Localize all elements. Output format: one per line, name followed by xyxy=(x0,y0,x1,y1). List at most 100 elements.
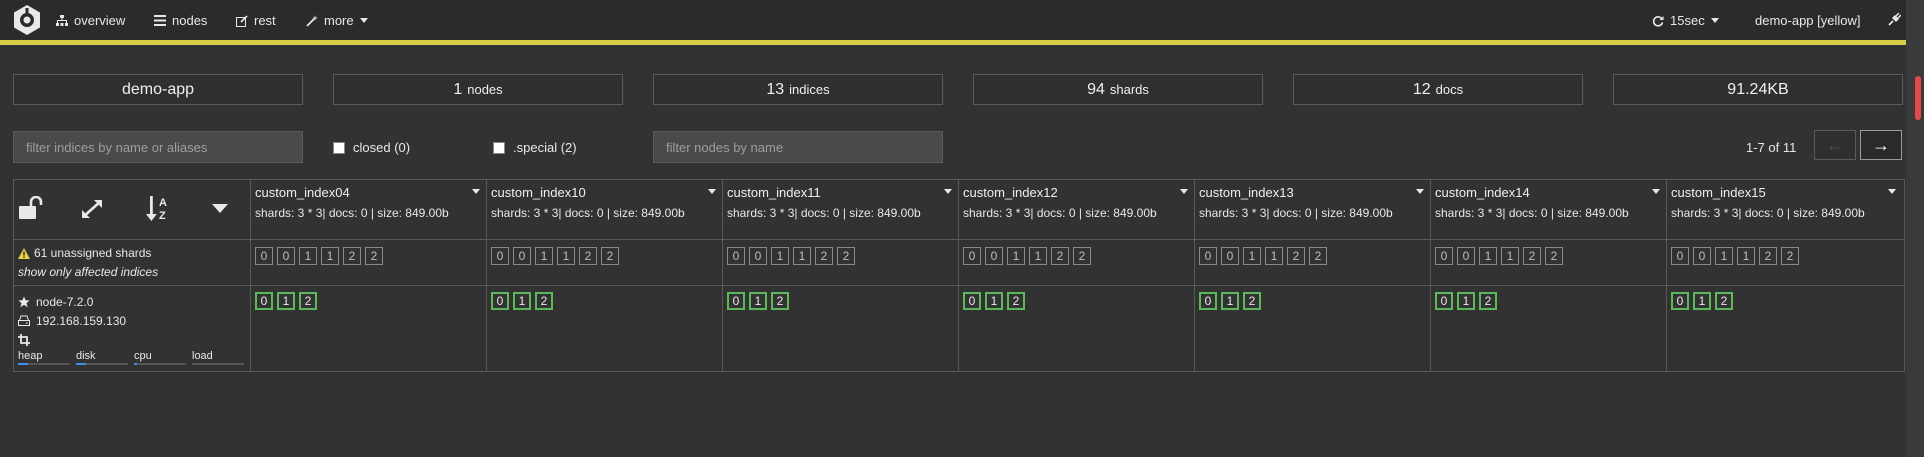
nav-nodes[interactable]: nodes xyxy=(154,13,207,28)
page-scrollbar[interactable] xyxy=(1906,0,1924,457)
unassigned-shard[interactable]: 1 xyxy=(321,247,339,265)
unassigned-shard[interactable]: 2 xyxy=(1781,247,1799,265)
assigned-shard[interactable]: 0 xyxy=(727,292,745,310)
unlock-icon[interactable] xyxy=(18,196,44,220)
unassigned-shard[interactable]: 0 xyxy=(1199,247,1217,265)
unassigned-shard[interactable]: 2 xyxy=(1309,247,1327,265)
closed-indices-checkbox[interactable]: closed (0) xyxy=(333,140,410,155)
unassigned-shard[interactable]: 1 xyxy=(793,247,811,265)
pagination-next-button[interactable]: → xyxy=(1860,130,1902,160)
unassigned-shard[interactable]: 1 xyxy=(557,247,575,265)
index-menu-caret-icon[interactable] xyxy=(708,189,716,194)
unassigned-shard[interactable]: 1 xyxy=(1715,247,1733,265)
assigned-shard[interactable]: 2 xyxy=(535,292,553,310)
assigned-shard[interactable]: 0 xyxy=(1671,292,1689,310)
unassigned-shard[interactable]: 2 xyxy=(815,247,833,265)
disconnect-plug-icon[interactable] xyxy=(1888,13,1901,26)
nav-more-dropdown[interactable]: more xyxy=(306,13,368,28)
assigned-shard[interactable]: 2 xyxy=(1715,292,1733,310)
crop-icon[interactable] xyxy=(18,333,30,346)
assigned-shard[interactable]: 0 xyxy=(963,292,981,310)
index-menu-caret-icon[interactable] xyxy=(944,189,952,194)
assigned-shard[interactable]: 0 xyxy=(491,292,509,310)
unassigned-shard[interactable]: 2 xyxy=(1523,247,1541,265)
assigned-shard[interactable]: 2 xyxy=(1007,292,1025,310)
index-menu-caret-icon[interactable] xyxy=(1416,189,1424,194)
unassigned-shard[interactable]: 1 xyxy=(1737,247,1755,265)
unassigned-shard[interactable]: 1 xyxy=(1479,247,1497,265)
checkbox-box[interactable] xyxy=(333,141,345,154)
unassigned-shard[interactable]: 1 xyxy=(771,247,789,265)
index-name[interactable]: custom_index04 xyxy=(255,185,482,200)
unassigned-shard[interactable]: 1 xyxy=(1501,247,1519,265)
index-menu-caret-icon[interactable] xyxy=(1888,189,1896,194)
assigned-shard[interactable]: 1 xyxy=(513,292,531,310)
caret-down-icon[interactable] xyxy=(212,204,228,213)
index-menu-caret-icon[interactable] xyxy=(1652,189,1660,194)
unassigned-shard[interactable]: 0 xyxy=(1435,247,1453,265)
unassigned-shard[interactable]: 0 xyxy=(491,247,509,265)
sort-alpha-icon[interactable]: A Z xyxy=(145,194,171,222)
index-name[interactable]: custom_index14 xyxy=(1435,185,1662,200)
index-name[interactable]: custom_index10 xyxy=(491,185,718,200)
unassigned-shard[interactable]: 2 xyxy=(365,247,383,265)
unassigned-shard[interactable]: 2 xyxy=(1073,247,1091,265)
unassigned-shard[interactable]: 0 xyxy=(255,247,273,265)
assigned-shard[interactable]: 2 xyxy=(1479,292,1497,310)
unassigned-shard[interactable]: 0 xyxy=(963,247,981,265)
assigned-shard[interactable]: 1 xyxy=(985,292,1003,310)
filter-indices-input[interactable] xyxy=(13,131,303,163)
unassigned-shard[interactable]: 1 xyxy=(1007,247,1025,265)
index-name[interactable]: custom_index15 xyxy=(1671,185,1898,200)
index-name[interactable]: custom_index12 xyxy=(963,185,1190,200)
unassigned-shard[interactable]: 1 xyxy=(535,247,553,265)
unassigned-shard[interactable]: 1 xyxy=(299,247,317,265)
unassigned-shard[interactable]: 0 xyxy=(985,247,1003,265)
unassigned-shard[interactable]: 0 xyxy=(1457,247,1475,265)
index-name[interactable]: custom_index13 xyxy=(1199,185,1426,200)
filter-nodes-input[interactable] xyxy=(653,131,943,163)
unassigned-shard[interactable]: 2 xyxy=(579,247,597,265)
pagination-prev-button[interactable]: ← xyxy=(1814,130,1856,160)
node-name[interactable]: node-7.2.0 xyxy=(36,295,93,309)
unassigned-shard[interactable]: 0 xyxy=(513,247,531,265)
unassigned-shard[interactable]: 1 xyxy=(1265,247,1283,265)
refresh-interval-dropdown[interactable]: 15sec xyxy=(1652,13,1719,28)
index-name[interactable]: custom_index11 xyxy=(727,185,954,200)
nav-rest[interactable]: rest xyxy=(236,13,276,28)
unassigned-shard[interactable]: 2 xyxy=(1759,247,1777,265)
assigned-shard[interactable]: 0 xyxy=(255,292,273,310)
unassigned-shard[interactable]: 0 xyxy=(749,247,767,265)
unassigned-shard[interactable]: 2 xyxy=(343,247,361,265)
unassigned-shard[interactable]: 0 xyxy=(277,247,295,265)
unassigned-shard[interactable]: 1 xyxy=(1243,247,1261,265)
show-affected-indices-link[interactable]: show only affected indices xyxy=(18,265,158,279)
assigned-shard[interactable]: 1 xyxy=(1221,292,1239,310)
checkbox-box[interactable] xyxy=(493,141,505,154)
assigned-shard[interactable]: 0 xyxy=(1199,292,1217,310)
assigned-shard[interactable]: 1 xyxy=(277,292,295,310)
unassigned-shard[interactable]: 0 xyxy=(1693,247,1711,265)
assigned-shard[interactable]: 2 xyxy=(299,292,317,310)
assigned-shard[interactable]: 1 xyxy=(1693,292,1711,310)
unassigned-shard[interactable]: 0 xyxy=(727,247,745,265)
expand-icon[interactable] xyxy=(80,198,104,220)
unassigned-shard[interactable]: 0 xyxy=(1671,247,1689,265)
unassigned-shard[interactable]: 2 xyxy=(837,247,855,265)
assigned-shard[interactable]: 2 xyxy=(1243,292,1261,310)
cerebro-logo-icon[interactable] xyxy=(12,4,42,36)
nav-overview[interactable]: overview xyxy=(56,13,125,28)
unassigned-shard[interactable]: 2 xyxy=(601,247,619,265)
unassigned-shard[interactable]: 0 xyxy=(1221,247,1239,265)
assigned-shard[interactable]: 1 xyxy=(1457,292,1475,310)
unassigned-shard[interactable]: 2 xyxy=(1287,247,1305,265)
assigned-shard[interactable]: 2 xyxy=(771,292,789,310)
index-menu-caret-icon[interactable] xyxy=(1180,189,1188,194)
unassigned-shard[interactable]: 2 xyxy=(1051,247,1069,265)
assigned-shard[interactable]: 1 xyxy=(749,292,767,310)
unassigned-shard[interactable]: 1 xyxy=(1029,247,1047,265)
index-menu-caret-icon[interactable] xyxy=(472,189,480,194)
unassigned-shard[interactable]: 2 xyxy=(1545,247,1563,265)
assigned-shard[interactable]: 0 xyxy=(1435,292,1453,310)
special-indices-checkbox[interactable]: .special (2) xyxy=(493,140,577,155)
